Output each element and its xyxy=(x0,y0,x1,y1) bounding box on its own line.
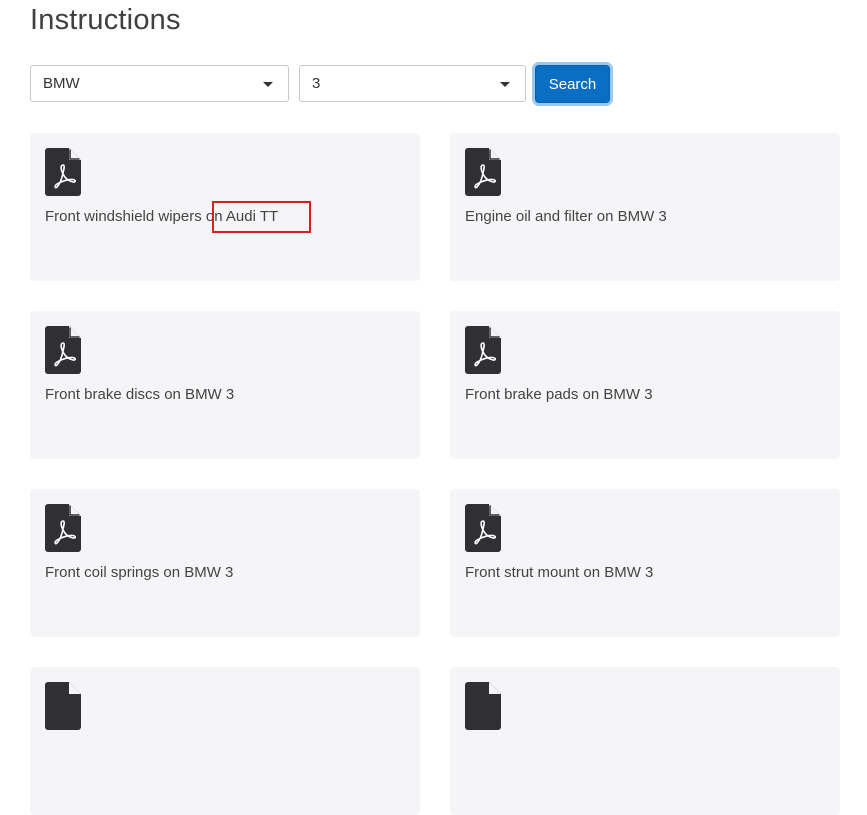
pdf-file-icon xyxy=(465,148,501,196)
instruction-card[interactable]: Front windshield wipers on Audi TT xyxy=(30,133,420,281)
search-button[interactable]: Search xyxy=(535,65,610,103)
chevron-down-icon xyxy=(263,82,273,87)
pdf-file-icon xyxy=(45,148,81,196)
pdf-file-icon xyxy=(45,326,81,374)
card-title: Front brake pads on BMW 3 xyxy=(465,386,653,403)
card-title: Front coil springs on BMW 3 xyxy=(45,564,234,581)
model-select[interactable]: 3 xyxy=(299,65,526,102)
instruction-card[interactable]: Front strut mount on BMW 3 xyxy=(450,489,840,637)
pdf-file-icon xyxy=(465,326,501,374)
instruction-card[interactable]: Front brake pads on BMW 3 xyxy=(450,311,840,459)
make-select[interactable]: BMW xyxy=(30,65,289,102)
page-title: Instructions xyxy=(30,4,181,36)
card-title: Front windshield wipers on Audi TT xyxy=(45,208,279,225)
pdf-file-icon xyxy=(45,682,81,730)
instruction-card[interactable]: Front coil springs on BMW 3 xyxy=(30,489,420,637)
instruction-card[interactable]: Front brake discs on BMW 3 xyxy=(30,311,420,459)
pdf-file-icon xyxy=(465,504,501,552)
make-select-value: BMW xyxy=(43,75,80,92)
instruction-card[interactable]: Engine oil and filter on BMW 3 xyxy=(450,133,840,281)
pdf-file-icon xyxy=(465,682,501,730)
card-title: Front brake discs on BMW 3 xyxy=(45,386,235,403)
card-title: Engine oil and filter on BMW 3 xyxy=(465,208,667,225)
instruction-card[interactable] xyxy=(450,667,840,815)
pdf-file-icon xyxy=(45,504,81,552)
model-select-value: 3 xyxy=(312,75,321,92)
card-title: Front strut mount on BMW 3 xyxy=(465,564,654,581)
instruction-card[interactable] xyxy=(30,667,420,815)
chevron-down-icon xyxy=(500,82,510,87)
